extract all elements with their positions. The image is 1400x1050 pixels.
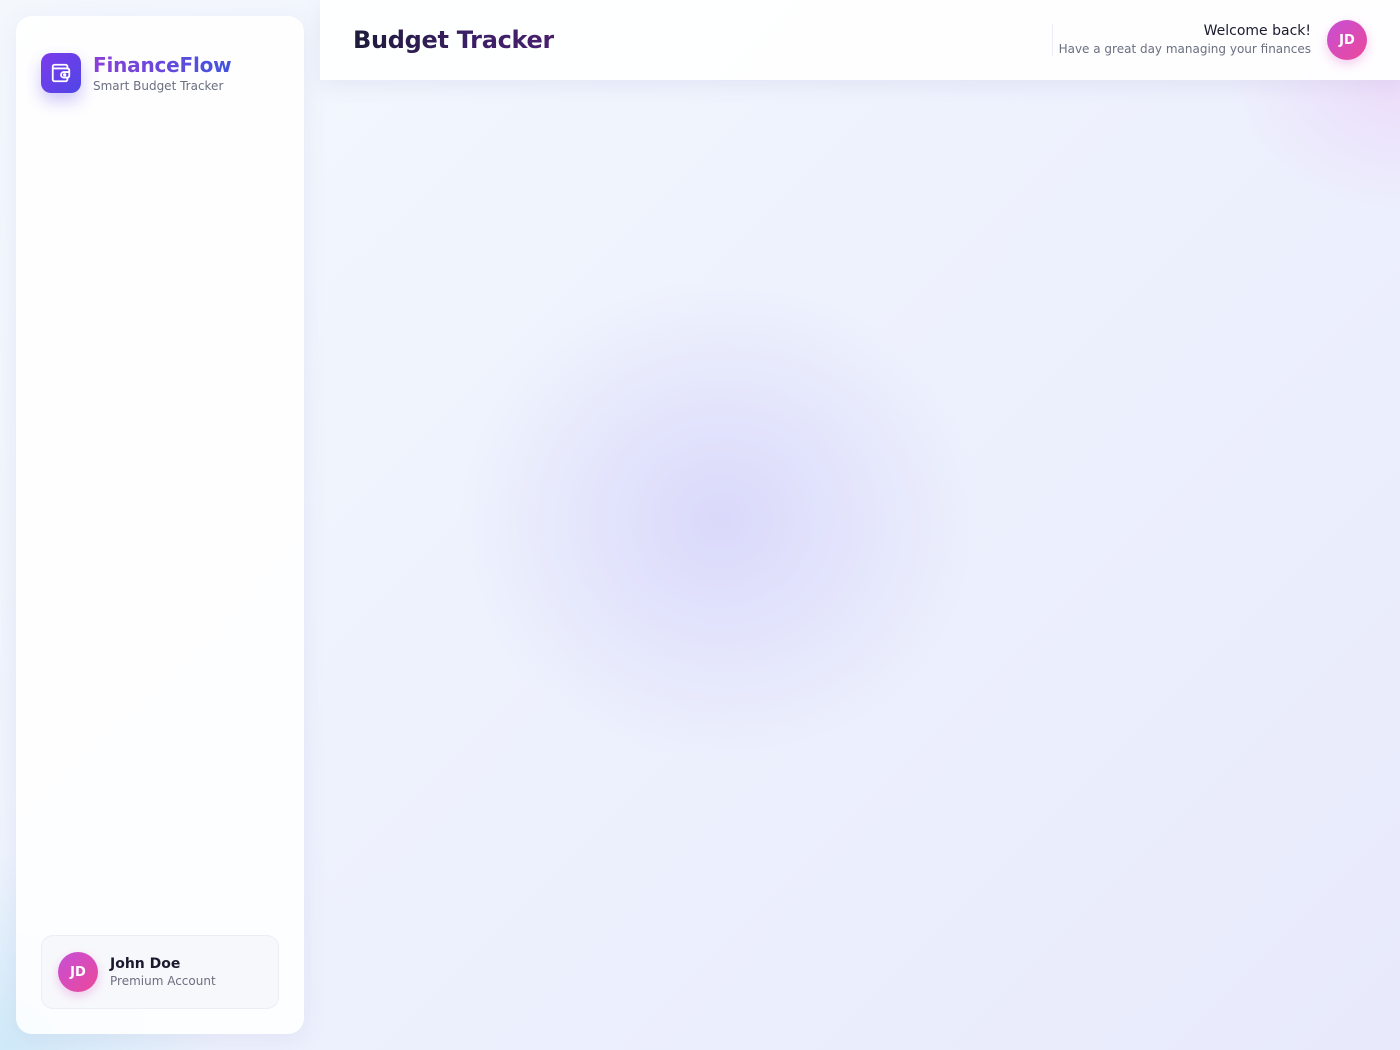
sidebar: FinanceFlow Smart Budget Tracker JD John… (16, 16, 304, 1034)
brand-tagline: Smart Budget Tracker (93, 79, 224, 93)
wallet-icon (41, 53, 81, 93)
welcome-title: Welcome back! (1203, 23, 1311, 39)
top-header: Budget Tracker Welcome back! Have a grea… (320, 0, 1400, 80)
welcome-message: Welcome back! Have a great day managing … (1059, 22, 1311, 57)
header-divider (1052, 24, 1053, 56)
welcome-subtitle: Have a great day managing your finances (1058, 42, 1311, 56)
page-title: Budget Tracker (353, 26, 555, 54)
avatar: JD (58, 952, 98, 992)
user-name: John Doe (110, 956, 181, 972)
header-avatar[interactable]: JD (1327, 20, 1367, 60)
brand-name: FinanceFlow (93, 53, 232, 77)
user-profile-card[interactable]: JD John Doe Premium Account (41, 935, 279, 1009)
brand[interactable]: FinanceFlow Smart Budget Tracker (41, 53, 232, 94)
user-plan: Premium Account (110, 974, 216, 988)
